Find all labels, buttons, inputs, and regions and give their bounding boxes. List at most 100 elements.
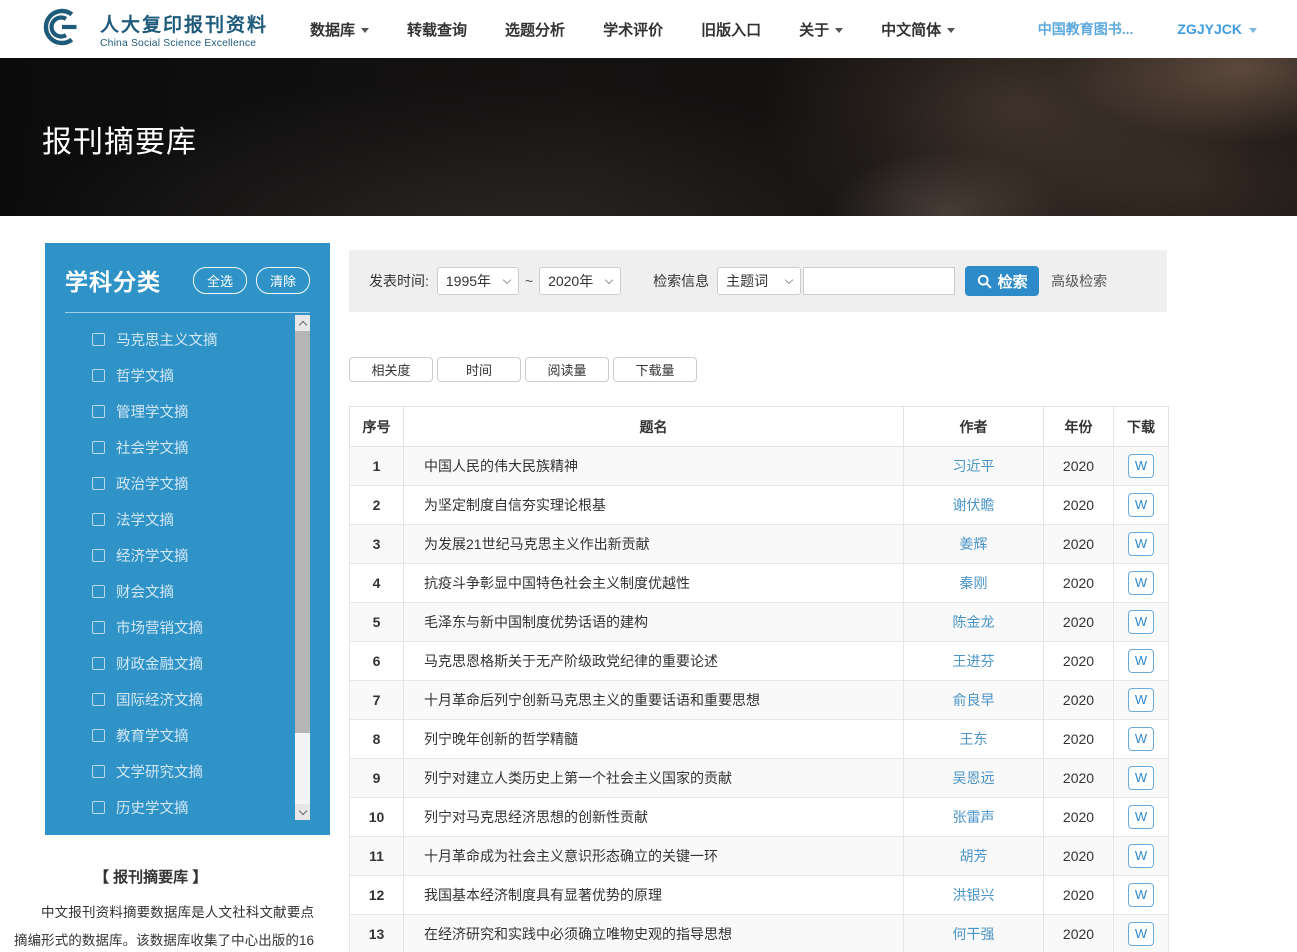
sidebar-scrollbar[interactable]: [295, 315, 310, 820]
article-title-link[interactable]: 在经济研究和实践中必须确立唯物史观的指导思想: [424, 926, 732, 942]
nav-item[interactable]: 中文简体: [881, 19, 955, 40]
subject-list-item[interactable]: 经济学文摘: [92, 537, 310, 573]
subject-checkbox[interactable]: [92, 729, 105, 742]
nav-item-label: 中文简体: [881, 19, 941, 40]
subject-checkbox[interactable]: [92, 801, 105, 814]
subject-list-item[interactable]: 管理学文摘: [92, 393, 310, 429]
word-download-button[interactable]: W: [1128, 805, 1154, 829]
author-link[interactable]: 王东: [960, 731, 988, 747]
subject-list-item[interactable]: 政治学文摘: [92, 465, 310, 501]
word-download-button[interactable]: W: [1128, 688, 1154, 712]
year-from-select[interactable]: 1995年: [437, 267, 519, 295]
subject-checkbox[interactable]: [92, 477, 105, 490]
subject-checkbox[interactable]: [92, 621, 105, 634]
word-download-button[interactable]: W: [1128, 922, 1154, 946]
article-title-link[interactable]: 列宁晚年创新的哲学精髓: [424, 731, 578, 747]
subject-checkbox[interactable]: [92, 441, 105, 454]
subject-checkbox[interactable]: [92, 333, 105, 346]
sort-button[interactable]: 下载量: [613, 357, 697, 382]
subject-checkbox[interactable]: [92, 369, 105, 382]
subject-list-item[interactable]: 马克思主义文摘: [92, 321, 310, 357]
author-link[interactable]: 秦刚: [960, 575, 988, 591]
subject-checkbox[interactable]: [92, 513, 105, 526]
author-link[interactable]: 俞良早: [953, 692, 995, 708]
article-title-link[interactable]: 十月革命后列宁创新马克思主义的重要话语和重要思想: [424, 692, 760, 708]
scroll-up-button[interactable]: [295, 315, 310, 331]
subject-list-item[interactable]: 国际经济文摘: [92, 681, 310, 717]
year-to-select[interactable]: 2020年: [539, 267, 621, 295]
author-link[interactable]: 胡芳: [960, 848, 988, 864]
subject-list-item[interactable]: 教育学文摘: [92, 717, 310, 753]
results-table-head: 序号题名作者年份下载: [350, 407, 1169, 447]
subject-list-item[interactable]: 市场营销文摘: [92, 609, 310, 645]
subject-checkbox[interactable]: [92, 585, 105, 598]
search-button[interactable]: 检索: [965, 266, 1039, 296]
author-link[interactable]: 习近平: [953, 458, 995, 474]
sort-button[interactable]: 阅读量: [525, 357, 609, 382]
year-cell: 2020: [1044, 915, 1114, 952]
sort-button[interactable]: 时间: [437, 357, 521, 382]
subject-checkbox[interactable]: [92, 693, 105, 706]
nav-item[interactable]: 关于: [799, 19, 843, 40]
article-title-link[interactable]: 列宁对建立人类历史上第一个社会主义国家的贡献: [424, 770, 732, 786]
author-link[interactable]: 陈金龙: [953, 614, 995, 630]
article-title-link[interactable]: 列宁对马克思经济思想的创新性贡献: [424, 809, 648, 825]
clear-button[interactable]: 清除: [256, 267, 310, 294]
nav-item[interactable]: 转载查询: [407, 19, 467, 40]
search-field-select[interactable]: 主题词: [717, 267, 801, 295]
word-download-button[interactable]: W: [1128, 493, 1154, 517]
author-link[interactable]: 谢伏瞻: [953, 497, 995, 513]
word-download-button[interactable]: W: [1128, 883, 1154, 907]
institution-link[interactable]: 中国教育图书...: [1038, 19, 1134, 39]
subject-checkbox[interactable]: [92, 657, 105, 670]
subject-list-item[interactable]: 社会学文摘: [92, 429, 310, 465]
article-title-link[interactable]: 马克思恩格斯关于无产阶级政党纪律的重要论述: [424, 653, 718, 669]
subject-list-item[interactable]: 历史学文摘: [92, 789, 310, 825]
nav-item[interactable]: 选题分析: [505, 19, 565, 40]
author-link[interactable]: 吴恩远: [953, 770, 995, 786]
word-download-button[interactable]: W: [1128, 532, 1154, 556]
advanced-search-link[interactable]: 高级检索: [1051, 271, 1107, 291]
word-download-button[interactable]: W: [1128, 571, 1154, 595]
author-link[interactable]: 王进芬: [953, 653, 995, 669]
title-cell: 为发展21世纪马克思主义作出新贡献: [404, 525, 904, 564]
article-title-link[interactable]: 我国基本经济制度具有显著优势的原理: [424, 887, 662, 903]
author-link[interactable]: 洪银兴: [953, 887, 995, 903]
account-menu[interactable]: ZGJYJCK: [1177, 21, 1257, 37]
author-link[interactable]: 何干强: [953, 926, 995, 942]
download-cell: W: [1114, 876, 1169, 915]
subject-checkbox[interactable]: [92, 765, 105, 778]
download-cell: W: [1114, 486, 1169, 525]
select-all-button[interactable]: 全选: [193, 267, 247, 294]
scrollbar-thumb[interactable]: [295, 331, 310, 733]
subject-list-item[interactable]: 财会文摘: [92, 573, 310, 609]
article-title-link[interactable]: 为发展21世纪马克思主义作出新贡献: [424, 536, 650, 552]
word-download-button[interactable]: W: [1128, 727, 1154, 751]
word-download-button[interactable]: W: [1128, 766, 1154, 790]
subject-list-item[interactable]: 法学文摘: [92, 501, 310, 537]
subject-list-item[interactable]: 哲学文摘: [92, 357, 310, 393]
word-download-button[interactable]: W: [1128, 844, 1154, 868]
site-logo[interactable]: 人大复印报刊资料 China Social Science Excellence: [40, 6, 268, 53]
author-link[interactable]: 张雷声: [953, 809, 995, 825]
subject-list-item[interactable]: 文学研究文摘: [92, 753, 310, 789]
article-title-link[interactable]: 中国人民的伟大民族精神: [424, 458, 578, 474]
article-title-link[interactable]: 为坚定制度自信夯实理论根基: [424, 497, 606, 513]
word-download-button[interactable]: W: [1128, 649, 1154, 673]
search-input[interactable]: [803, 267, 955, 295]
subject-list-item[interactable]: 财政金融文摘: [92, 645, 310, 681]
scroll-down-button[interactable]: [295, 804, 310, 820]
article-title-link[interactable]: 十月革命成为社会主义意识形态确立的关键一环: [424, 848, 718, 864]
nav-item[interactable]: 数据库: [310, 19, 369, 40]
subject-label: 教育学文摘: [116, 725, 189, 746]
nav-item[interactable]: 旧版入口: [701, 19, 761, 40]
subject-checkbox[interactable]: [92, 405, 105, 418]
nav-item[interactable]: 学术评价: [603, 19, 663, 40]
article-title-link[interactable]: 毛泽东与新中国制度优势话语的建构: [424, 614, 648, 630]
article-title-link[interactable]: 抗疫斗争彰显中国特色社会主义制度优越性: [424, 575, 690, 591]
author-link[interactable]: 姜辉: [960, 536, 988, 552]
sort-button[interactable]: 相关度: [349, 357, 433, 382]
word-download-button[interactable]: W: [1128, 610, 1154, 634]
subject-checkbox[interactable]: [92, 549, 105, 562]
word-download-button[interactable]: W: [1128, 454, 1154, 478]
